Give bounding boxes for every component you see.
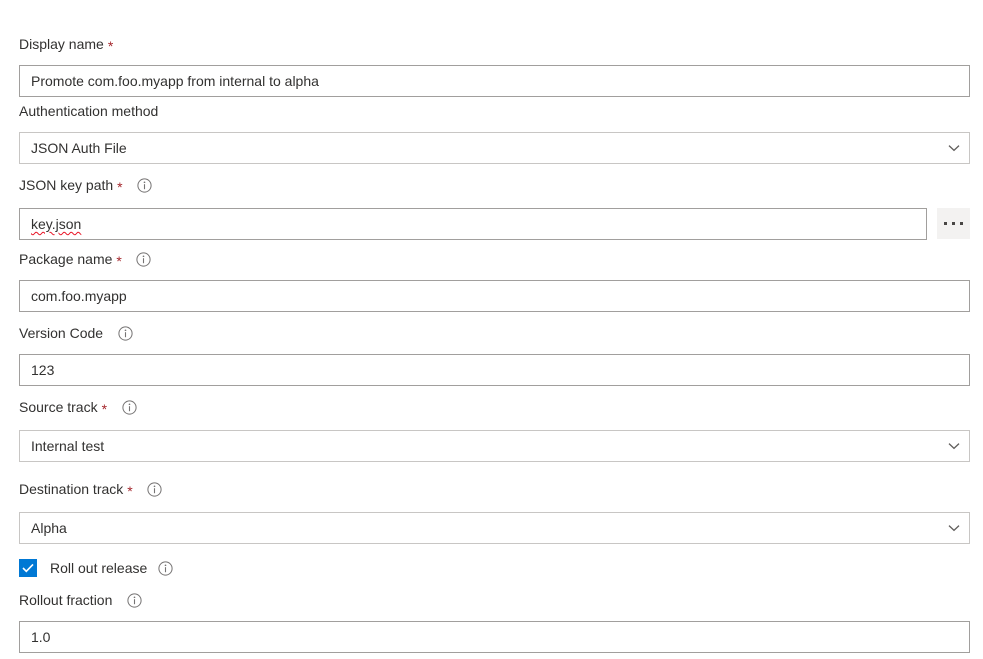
chevron-down-icon: [948, 513, 960, 543]
source-track-value: Internal test: [31, 438, 105, 454]
package-name-input[interactable]: com.foo.myapp: [19, 280, 970, 312]
label-package-name: Package name *: [19, 251, 970, 268]
info-circle-icon[interactable]: [117, 326, 133, 342]
label-source-track: Source track *: [19, 399, 970, 416]
required-asterisk: *: [117, 178, 123, 195]
field-version-code: Version Code 123: [19, 325, 970, 386]
checkmark-icon: [22, 563, 34, 573]
display-name-input[interactable]: Promote com.foo.myapp from internal to a…: [19, 65, 970, 97]
field-destination-track: Destination track * Alpha: [19, 481, 970, 544]
authentication-method-select[interactable]: JSON Auth File: [19, 132, 970, 164]
rollout-fraction-input[interactable]: 1.0: [19, 621, 970, 653]
label-text: Source track: [19, 399, 98, 415]
task-configuration-form: Display name * Promote com.foo.myapp fro…: [0, 0, 983, 659]
roll-out-release-row: Roll out release: [19, 558, 173, 578]
label-text: JSON key path: [19, 177, 114, 193]
field-display-name: Display name * Promote com.foo.myapp fro…: [19, 36, 970, 97]
json-key-path-row: key.json: [19, 208, 970, 240]
label-text: Authentication method: [19, 103, 159, 119]
ellipsis-icon: [960, 222, 963, 225]
field-roll-out-release: Roll out release: [19, 558, 173, 578]
label-version-code: Version Code: [19, 325, 970, 342]
ellipsis-icon: [944, 222, 947, 225]
roll-out-release-label: Roll out release: [50, 559, 148, 576]
source-track-select[interactable]: Internal test: [19, 430, 970, 462]
info-circle-icon[interactable]: [137, 178, 153, 194]
label-text: Destination track: [19, 481, 124, 497]
label-display-name: Display name *: [19, 36, 970, 53]
required-asterisk: *: [127, 482, 133, 499]
browse-button[interactable]: [937, 208, 970, 239]
label-json-key-path: JSON key path *: [19, 177, 970, 194]
json-key-path-input[interactable]: key.json: [19, 208, 927, 240]
label-authentication-method: Authentication method: [19, 103, 970, 120]
info-circle-icon[interactable]: [121, 400, 137, 416]
label-text: Package name: [19, 251, 113, 267]
required-asterisk: *: [116, 252, 122, 269]
chevron-down-icon: [948, 431, 960, 461]
authentication-method-value: JSON Auth File: [31, 140, 127, 156]
field-source-track: Source track * Internal test: [19, 399, 970, 462]
label-rollout-fraction: Rollout fraction: [19, 592, 970, 609]
info-circle-icon[interactable]: [157, 560, 173, 576]
label-destination-track: Destination track *: [19, 481, 970, 498]
roll-out-release-checkbox[interactable]: [19, 559, 37, 577]
destination-track-select[interactable]: Alpha: [19, 512, 970, 544]
required-asterisk: *: [101, 400, 108, 417]
info-circle-icon[interactable]: [147, 482, 163, 498]
label-text: Rollout fraction: [19, 592, 113, 608]
label-text: Display name: [19, 36, 104, 52]
required-asterisk: *: [107, 37, 114, 54]
info-circle-icon[interactable]: [126, 593, 142, 609]
field-authentication-method: Authentication method JSON Auth File: [19, 103, 970, 164]
info-circle-icon[interactable]: [136, 252, 152, 268]
chevron-down-icon: [948, 133, 960, 163]
field-package-name: Package name * com.foo.myapp: [19, 251, 970, 312]
field-json-key-path: JSON key path * key.json: [19, 177, 970, 240]
label-text: Version Code: [19, 325, 104, 341]
field-rollout-fraction: Rollout fraction 1.0: [19, 592, 970, 653]
ellipsis-icon: [952, 222, 955, 225]
json-key-path-value: key.json: [31, 216, 82, 232]
version-code-input[interactable]: 123: [19, 354, 970, 386]
destination-track-value: Alpha: [31, 520, 67, 536]
